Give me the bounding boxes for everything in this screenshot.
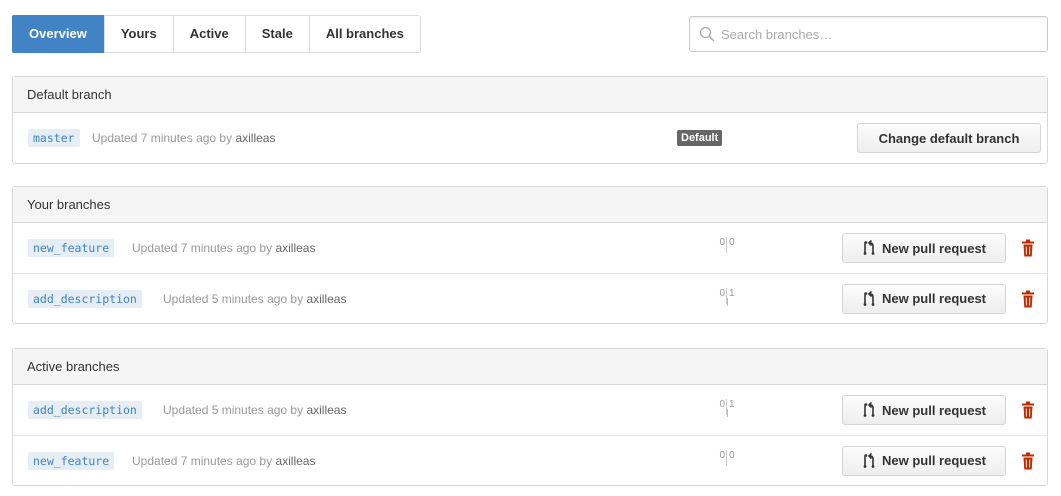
branch-name-link[interactable]: master: [28, 129, 80, 147]
branch-name-link[interactable]: add_description: [28, 401, 142, 419]
ahead-behind-counter: 0 0: [707, 449, 747, 472]
branch-row: add_description Updated 5 minutes ago by…: [13, 385, 1047, 435]
new-pull-request-button[interactable]: New pull request: [842, 233, 1006, 263]
divergence-bar: [726, 237, 727, 253]
ahead-bar: [727, 297, 728, 306]
updated-time: Updated 7 minutes ago by: [132, 241, 273, 255]
behind-count: 0: [719, 449, 725, 461]
button-label: Change default branch: [878, 130, 1020, 146]
delete-branch-icon[interactable]: [1021, 452, 1035, 470]
branch-row: master Updated 7 minutes ago by axilleas…: [13, 113, 1047, 163]
ahead-count: 0: [729, 237, 735, 248]
branch-row: new_feature Updated 7 minutes ago by axi…: [13, 223, 1047, 273]
updated-time: Updated 7 minutes ago by: [132, 453, 273, 468]
branch-author[interactable]: axilleas: [306, 403, 346, 417]
ahead-bar: [727, 409, 728, 417]
branch-updated-info: Updated 5 minutes ago by axilleas: [163, 403, 346, 417]
pull-request-icon: [863, 452, 875, 468]
updated-time: Updated 7 minutes ago by: [92, 131, 233, 145]
behind-count: 0: [719, 399, 725, 410]
section-title: Active branches: [13, 349, 1047, 385]
ahead-behind-counter: 0 1: [707, 399, 747, 421]
search-input[interactable]: [721, 26, 1021, 42]
search-icon: [699, 26, 715, 42]
button-label: New pull request: [881, 240, 987, 256]
new-pull-request-button[interactable]: New pull request: [842, 445, 1006, 476]
delete-branch-icon[interactable]: [1021, 290, 1035, 308]
delete-branch-icon[interactable]: [1021, 401, 1035, 419]
divergence-bar: [726, 449, 727, 466]
branch-filter-tabs: Overview Yours Active Stale All branches: [12, 15, 421, 53]
button-label: New pull request: [881, 402, 987, 418]
tab-overview[interactable]: Overview: [12, 15, 104, 53]
branch-updated-info: Updated 7 minutes ago by axilleas: [132, 454, 315, 468]
pull-request-icon: [863, 240, 875, 255]
branch-name-link[interactable]: new_feature: [28, 239, 115, 257]
branch-row: new_feature Updated 7 minutes ago by axi…: [13, 435, 1047, 485]
branch-name-link[interactable]: new_feature: [28, 451, 115, 470]
tab-active[interactable]: Active: [172, 16, 245, 52]
search-box[interactable]: [689, 16, 1048, 52]
button-label: New pull request: [881, 453, 987, 468]
change-default-branch-button[interactable]: Change default branch: [857, 123, 1041, 153]
tab-all-branches[interactable]: All branches: [308, 16, 420, 52]
ahead-count: 0: [729, 449, 735, 461]
new-pull-request-button[interactable]: New pull request: [842, 395, 1006, 425]
branch-author[interactable]: axilleas: [275, 454, 315, 468]
updated-time: Updated 5 minutes ago by: [163, 291, 304, 306]
section-title: Your branches: [13, 187, 1047, 223]
behind-count: 0: [719, 287, 725, 299]
behind-count: 0: [719, 237, 725, 248]
pull-request-icon: [863, 402, 875, 417]
branch-name-link[interactable]: add_description: [28, 289, 142, 308]
branch-updated-info: Updated 5 minutes ago by axilleas: [163, 292, 346, 306]
new-pull-request-button[interactable]: New pull request: [842, 283, 1006, 314]
branch-author[interactable]: axilleas: [235, 131, 275, 145]
default-badge: Default: [677, 130, 723, 146]
ahead-count: 1: [729, 287, 735, 299]
button-label: New pull request: [881, 291, 987, 306]
ahead-behind-counter: 0 1: [707, 287, 747, 310]
tab-stale[interactable]: Stale: [244, 16, 309, 52]
branch-updated-info: Updated 7 minutes ago by axilleas: [132, 241, 315, 255]
your-branches-section: Your branches new_feature Updated 7 minu…: [12, 186, 1048, 324]
branch-updated-info: Updated 7 minutes ago by axilleas: [92, 131, 275, 145]
updated-time: Updated 5 minutes ago by: [163, 403, 304, 417]
ahead-count: 1: [729, 399, 735, 410]
default-branch-section: Default branch master Updated 7 minutes …: [12, 76, 1048, 164]
delete-branch-icon[interactable]: [1021, 239, 1035, 257]
branch-row: add_description Updated 5 minutes ago by…: [13, 273, 1047, 323]
ahead-behind-counter: 0 0: [707, 237, 747, 259]
active-branches-section: Active branches add_description Updated …: [12, 348, 1048, 486]
section-title: Default branch: [13, 77, 1047, 113]
tab-yours[interactable]: Yours: [103, 16, 173, 52]
branch-author[interactable]: axilleas: [275, 241, 315, 255]
branch-author[interactable]: axilleas: [306, 292, 346, 306]
pull-request-icon: [863, 290, 875, 306]
